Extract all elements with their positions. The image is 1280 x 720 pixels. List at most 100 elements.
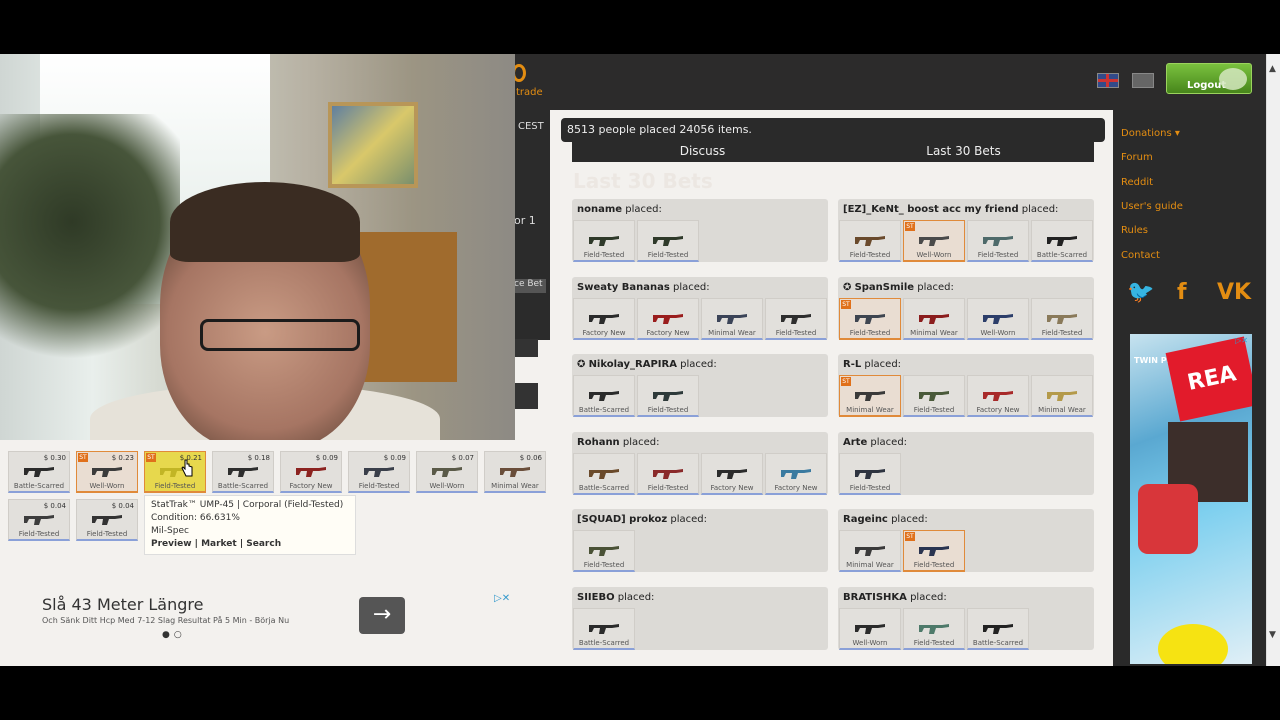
bettor-name[interactable]: R-L: [843, 359, 861, 370]
bettor-name[interactable]: Arte: [843, 437, 867, 448]
page-scrollbar[interactable]: ▲ ▼: [1266, 54, 1280, 666]
preview-link[interactable]: Preview: [151, 539, 192, 549]
twitter-icon[interactable]: 🐦: [1127, 280, 1154, 305]
bettor-name[interactable]: Sweaty Bananas: [577, 282, 670, 293]
bettor-name[interactable]: [SQUAD] prokoz: [577, 514, 667, 525]
ad-subtitle: Och Sänk Ditt Hcp Med 7-12 Slag Resultat…: [42, 616, 290, 625]
sidebar-item-forum[interactable]: Forum: [1121, 152, 1153, 163]
item-slot[interactable]: ST Well-Worn: [903, 220, 965, 262]
item-slot[interactable]: Factory New: [967, 375, 1029, 417]
item-slot[interactable]: Factory New: [765, 452, 827, 495]
item-slot[interactable]: $ 0.30 Battle-Scarred: [8, 451, 70, 493]
item-slot[interactable]: $ 0.09 Field-Tested: [348, 451, 410, 493]
item-condition: Field-Tested: [86, 530, 128, 538]
sidebar-item-reddit[interactable]: Reddit: [1121, 177, 1153, 188]
side-ad-close-icon[interactable]: ▷✕: [1235, 336, 1248, 345]
side-ad-yellow-shape: [1158, 624, 1228, 664]
placed-label: placed:: [864, 359, 902, 370]
item-slot[interactable]: Field-Tested: [573, 530, 635, 572]
item-slot[interactable]: Battle-Scarred: [1031, 220, 1093, 262]
bet-card: BRATISHKA placed: Well-Worn Field-Tested Ba…: [838, 586, 1094, 650]
bettor-name[interactable]: Nikolay_RAPIRA: [589, 359, 677, 370]
item-slot[interactable]: $ 0.18 Battle-Scarred: [212, 451, 274, 493]
right-sidebar: Donations ▾ Forum Reddit User's guide Ru…: [1113, 110, 1266, 666]
item-slot[interactable]: Minimal Wear: [701, 297, 763, 340]
bettor-name[interactable]: SIIEBO: [577, 592, 615, 603]
item-slot[interactable]: Battle-Scarred: [573, 607, 635, 650]
item-slot[interactable]: $ 0.07 Well-Worn: [416, 451, 478, 493]
item-condition: Minimal Wear: [846, 406, 894, 414]
panel-button[interactable]: [514, 383, 538, 409]
item-slot[interactable]: Field-Tested: [903, 607, 965, 650]
item-slot[interactable]: Field-Tested: [637, 220, 699, 262]
item-slot[interactable]: $ 0.04 Field-Tested: [76, 499, 138, 541]
facebook-icon[interactable]: f: [1177, 280, 1187, 305]
item-slot[interactable]: Field-Tested: [765, 297, 827, 340]
scroll-down-icon[interactable]: ▼: [1269, 630, 1276, 640]
item-slot[interactable]: Field-Tested: [967, 220, 1029, 262]
item-condition: Field-Tested: [849, 328, 891, 337]
stattrak-badge: ST: [905, 532, 915, 541]
vk-icon[interactable]: VK: [1217, 280, 1251, 305]
item-slot[interactable]: ST $ 0.23 Well-Worn: [76, 451, 138, 493]
item-condition: Well-Worn: [89, 482, 125, 490]
item-slot[interactable]: $ 0.06 Minimal Wear: [484, 451, 546, 493]
item-slot[interactable]: Factory New: [637, 297, 699, 340]
sidebar-ad[interactable]: TWIN PEAKS REA ▷✕: [1130, 334, 1252, 664]
sidebar-item-contact[interactable]: Contact: [1121, 250, 1160, 261]
item-slot[interactable]: Field-Tested: [637, 452, 699, 495]
uk-flag-icon[interactable]: [1097, 73, 1119, 88]
place-bet-button[interactable]: ce Bet: [514, 279, 546, 293]
ad-banner[interactable]: Slå 43 Meter Längre Och Sänk Ditt Hcp Me…: [30, 586, 520, 646]
bettor-name[interactable]: Rageinc: [843, 514, 888, 525]
scroll-up-icon[interactable]: ▲: [1269, 64, 1276, 74]
bettor-name[interactable]: [EZ]_KeNt_ boost acc my friend: [843, 204, 1019, 215]
bettor-name[interactable]: BRATISHKA: [843, 592, 907, 603]
item-slot[interactable]: Field-Tested: [1031, 297, 1093, 340]
item-slot[interactable]: Minimal Wear: [1031, 375, 1093, 417]
logout-button[interactable]: Logout: [1166, 63, 1252, 94]
ad-choices-icon[interactable]: ▷✕: [494, 593, 510, 604]
item-slot[interactable]: ST Field-Tested: [839, 297, 901, 340]
item-slot[interactable]: Field-Tested: [573, 220, 635, 262]
item-slot[interactable]: ST Field-Tested: [903, 530, 965, 572]
sidebar-item-rules[interactable]: Rules: [1121, 225, 1148, 236]
item-slot[interactable]: Minimal Wear: [903, 297, 965, 340]
item-slot[interactable]: $ 0.09 Factory New: [280, 451, 342, 493]
item-slot[interactable]: Battle-Scarred: [967, 607, 1029, 650]
search-link[interactable]: Search: [246, 539, 281, 549]
bettor-name[interactable]: noname: [577, 204, 622, 215]
placed-label: placed:: [1021, 204, 1059, 215]
item-slot[interactable]: ST $ 0.21 Field-Tested: [144, 451, 206, 493]
ad-carousel-dots[interactable]: ●○: [162, 630, 186, 640]
item-slot[interactable]: Battle-Scarred: [573, 375, 635, 417]
item-slot[interactable]: Well-Worn: [967, 297, 1029, 340]
item-slot[interactable]: Field-Tested: [903, 375, 965, 417]
ad-title[interactable]: Slå 43 Meter Längre: [42, 595, 203, 614]
item-slot[interactable]: Field-Tested: [839, 452, 901, 495]
item-condition: Factory New: [646, 328, 690, 337]
sidebar-item-users-guide[interactable]: User's guide: [1121, 201, 1183, 212]
site-logo-text[interactable]: trade: [516, 87, 543, 98]
item-slot[interactable]: Factory New: [701, 452, 763, 495]
item-slot[interactable]: Battle-Scarred: [573, 452, 635, 495]
bettor-name[interactable]: Rohann: [577, 437, 620, 448]
panel-input[interactable]: [514, 339, 538, 357]
sidebar-item-donations[interactable]: Donations ▾: [1121, 128, 1180, 139]
bet-card: noname placed: Field-Tested Field-Tested: [572, 199, 828, 262]
ad-arrow-button[interactable]: →: [359, 597, 405, 634]
item-slot[interactable]: Minimal Wear: [839, 530, 901, 572]
tab-discuss[interactable]: Discuss: [572, 142, 833, 162]
item-slot[interactable]: Field-Tested: [839, 220, 901, 262]
language-flag-icon[interactable]: [1132, 73, 1154, 88]
item-slot[interactable]: Well-Worn: [839, 607, 901, 650]
bettor-name[interactable]: SpanSmile: [855, 282, 915, 293]
item-slot[interactable]: Field-Tested: [637, 375, 699, 417]
item-slot[interactable]: Factory New: [573, 297, 635, 340]
item-slot[interactable]: ST Minimal Wear: [839, 375, 901, 417]
item-condition: Factory New: [774, 483, 818, 492]
item-slot[interactable]: $ 0.04 Field-Tested: [8, 499, 70, 541]
market-link[interactable]: Market: [201, 539, 237, 549]
tooltip-rarity: Mil-Spec: [151, 526, 189, 536]
tab-last-30-bets[interactable]: Last 30 Bets: [833, 142, 1094, 162]
